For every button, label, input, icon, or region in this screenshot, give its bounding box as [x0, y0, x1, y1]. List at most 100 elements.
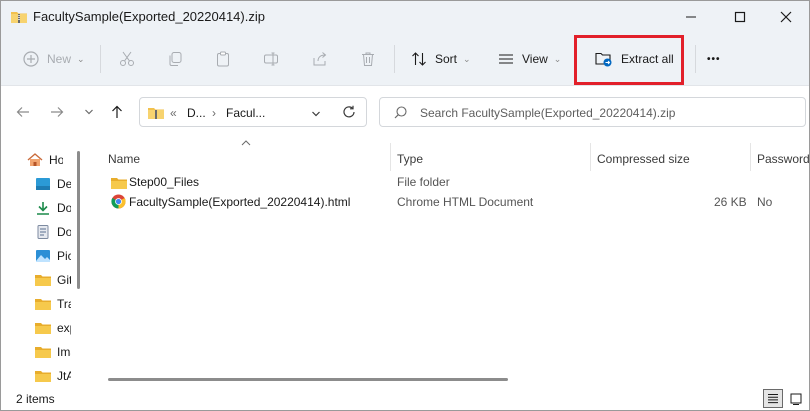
close-icon: [780, 11, 792, 23]
sidebar-item-label: Pictures: [57, 249, 71, 263]
rename-icon: [264, 52, 278, 66]
breadcrumb-overflow[interactable]: «: [170, 106, 177, 120]
column-divider[interactable]: [390, 143, 391, 171]
arrow-up-icon: [112, 105, 122, 118]
sidebar-item-folder[interactable]: Travel: [35, 295, 71, 313]
column-header-type[interactable]: Type: [397, 145, 423, 173]
sidebar-item-folder[interactable]: Images: [35, 343, 71, 361]
share-button[interactable]: [312, 33, 328, 85]
file-name: Step00_Files: [129, 175, 200, 189]
chevron-down-icon: [85, 109, 93, 115]
toolbar-divider: [394, 45, 395, 73]
folder-icon: [35, 323, 51, 334]
large-icons-view-button[interactable]: [786, 389, 806, 408]
sidebar-item-label: GitHub: [57, 273, 71, 287]
maximize-icon: [734, 11, 746, 23]
close-button[interactable]: [763, 1, 809, 33]
window-title: FacultySample(Exported_20220414).zip: [33, 9, 265, 24]
sort-ascending-icon: [241, 140, 251, 146]
column-header-name[interactable]: Name: [108, 145, 140, 173]
breadcrumb-item[interactable]: Facul...: [226, 106, 265, 120]
view-icon: [499, 54, 513, 64]
sidebar-item-folder[interactable]: JtAlt: [35, 367, 71, 385]
chevron-down-icon: ⌄: [553, 53, 562, 64]
chevron-down-icon[interactable]: [311, 109, 321, 119]
recent-locations-button[interactable]: [78, 100, 100, 124]
forward-button[interactable]: [46, 100, 68, 124]
view-button[interactable]: View ⌄: [498, 33, 561, 85]
address-bar[interactable]: « D... › Facul...: [139, 97, 367, 127]
column-header-password[interactable]: Password: [757, 145, 809, 173]
back-button[interactable]: [12, 100, 34, 124]
up-button[interactable]: [106, 100, 128, 124]
sidebar-item-label: Images: [57, 345, 71, 359]
delete-button[interactable]: [360, 33, 376, 85]
rename-button[interactable]: [263, 33, 279, 85]
chevron-down-icon: ⌄: [77, 53, 85, 64]
minimize-button[interactable]: [668, 1, 714, 33]
title-bar: FacultySample(Exported_20220414).zip: [1, 1, 809, 33]
add-icon: [23, 51, 39, 67]
folder-icon: [35, 299, 51, 310]
paste-button[interactable]: [215, 33, 231, 85]
desktop-icon: [36, 178, 50, 190]
minimize-icon: [686, 16, 696, 18]
search-box[interactable]: Search FacultySample(Exported_20220414).…: [379, 97, 806, 127]
cut-icon: [120, 51, 134, 66]
table-row[interactable]: FacultySample(Exported_20220414).html Ch…: [107, 193, 809, 213]
item-count: 2 items: [16, 392, 55, 406]
file-type: File folder: [397, 175, 450, 189]
chevron-right-icon: ›: [212, 106, 216, 120]
chrome-icon: [111, 194, 126, 209]
file-password: No: [757, 195, 773, 209]
sidebar-item-label: Downloads: [57, 201, 71, 215]
search-icon: [394, 106, 407, 119]
pictures-icon: [36, 250, 50, 262]
details-view-button[interactable]: [763, 389, 783, 408]
zip-folder-icon: [11, 12, 27, 23]
trash-icon: [362, 52, 374, 66]
column-divider[interactable]: [750, 143, 751, 171]
folder-icon: [35, 275, 51, 286]
more-options-button[interactable]: •••: [707, 33, 721, 85]
command-bar: New ⌄ Sort ⌄ View ⌄ Extract all •••: [1, 33, 809, 86]
large-icons-view-icon: [790, 393, 802, 405]
toolbar-divider: [100, 45, 101, 73]
cut-button[interactable]: [119, 33, 135, 85]
paste-icon: [217, 51, 229, 67]
sidebar-item-desktop[interactable]: Desktop: [35, 175, 71, 193]
table-row[interactable]: Step00_Files File folder: [107, 173, 809, 193]
column-header-compressed-size[interactable]: Compressed size: [597, 145, 690, 173]
chevron-down-icon: ⌄: [463, 53, 471, 64]
sidebar-item-label: Home: [49, 153, 63, 167]
sidebar-item-label: Desktop: [57, 177, 71, 191]
sidebar-scrollbar[interactable]: [77, 151, 80, 289]
refresh-icon[interactable]: [342, 105, 356, 119]
breadcrumb-item[interactable]: D...: [187, 106, 206, 120]
copy-icon: [169, 52, 182, 66]
sort-button[interactable]: Sort ⌄: [411, 33, 471, 85]
sidebar-item-downloads[interactable]: Downloads: [35, 199, 71, 217]
navigation-row: « D... › Facul... Search FacultySample(E…: [1, 91, 809, 133]
explorer-window: FacultySample(Exported_20220414).zip New…: [0, 0, 810, 411]
horizontal-scrollbar[interactable]: [108, 378, 508, 381]
status-bar: 2 items: [1, 387, 809, 410]
file-name: FacultySample(Exported_20220414).html: [129, 195, 351, 209]
arrow-right-icon: [51, 107, 64, 117]
navigation-pane: Home Desktop Downloads Documents Picture…: [1, 139, 89, 385]
file-compressed-size: 26 KB: [714, 195, 747, 209]
details-view-icon: [768, 394, 778, 404]
sidebar-item-folder[interactable]: GitHub: [35, 271, 71, 289]
folder-icon: [35, 347, 51, 358]
search-placeholder: Search FacultySample(Exported_20220414).…: [420, 106, 676, 120]
maximize-button[interactable]: [717, 1, 763, 33]
new-button[interactable]: New ⌄: [23, 33, 85, 85]
sidebar-item-documents[interactable]: Documents: [35, 223, 71, 241]
sidebar-item-label: JtAlt: [57, 369, 71, 383]
home-icon: [27, 153, 43, 166]
sidebar-item-pictures[interactable]: Pictures: [35, 247, 71, 265]
sidebar-item-home[interactable]: Home: [27, 151, 63, 169]
copy-button[interactable]: [167, 33, 183, 85]
sidebar-item-folder[interactable]: export: [35, 319, 71, 337]
column-divider[interactable]: [590, 143, 591, 171]
